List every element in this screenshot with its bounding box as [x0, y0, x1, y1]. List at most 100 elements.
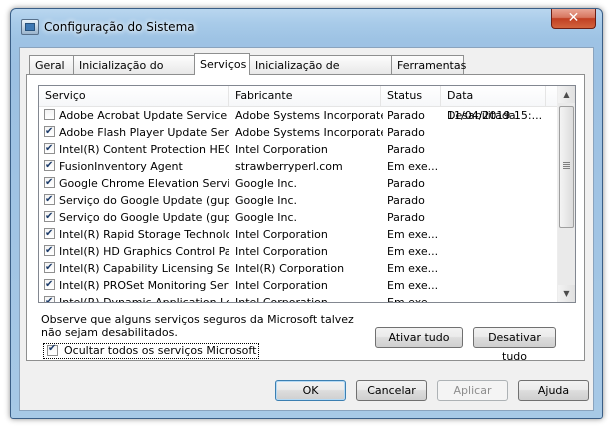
scroll-down-icon[interactable]: ▼	[558, 285, 575, 302]
service-name-cell: Serviço do Google Update (gupd...	[59, 194, 229, 207]
service-name-cell: Intel(R) Capability Licensing Ser...	[59, 262, 229, 275]
ok-button[interactable]: OK	[275, 380, 346, 401]
disable-all-button[interactable]: Desativar tudo	[473, 327, 556, 363]
service-manufacturer-cell: strawberryperl.com	[235, 160, 343, 173]
service-row[interactable]: Serviço do Google Update (gupd... Google …	[39, 208, 558, 226]
hide-microsoft-services-checkbox[interactable]: Ocultar todos os serviços Microsoft	[43, 342, 260, 359]
column-header-disabled-date[interactable]: Data Desabilitada	[441, 86, 546, 122]
service-row[interactable]: Intel(R) Rapid Storage Technology Intel C…	[39, 225, 558, 243]
service-status-cell: Parado	[387, 109, 425, 122]
service-checkbox[interactable]	[44, 276, 55, 293]
service-status-cell: Parado	[387, 177, 425, 190]
window-title: Configuração do Sistema	[44, 20, 195, 34]
service-disabled-date-cell: 11/04/2019 15:...	[447, 109, 542, 122]
window-frame: Configuração do Sistema ✕ Geral Iniciali…	[10, 8, 603, 419]
service-status-cell: Em exe...	[387, 279, 439, 292]
service-manufacturer-cell: Intel Corporation	[235, 228, 328, 241]
service-name-cell: FusionInventory Agent	[59, 160, 183, 173]
service-disabled-date-cell	[447, 175, 542, 192]
services-rows: Adobe Acrobat Update Service Adobe System…	[39, 107, 558, 303]
service-row[interactable]: Adobe Acrobat Update Service Adobe System…	[39, 107, 558, 124]
tab-servicos[interactable]: Serviços	[194, 53, 250, 75]
service-manufacturer-cell: Google Inc.	[235, 177, 298, 190]
service-row[interactable]: Intel(R) Dynamic Application Loa... Intel…	[39, 293, 558, 303]
service-disabled-date-cell	[447, 294, 542, 302]
hide-microsoft-label: Ocultar todos os serviços Microsoft	[64, 344, 257, 357]
service-row[interactable]: Intel(R) PROSet Monitoring Service Intel …	[39, 276, 558, 294]
service-name-cell: Intel(R) Content Protection HEC...	[59, 143, 229, 156]
service-status-cell: Parado	[387, 211, 425, 224]
service-status-cell: Parado	[387, 194, 425, 207]
service-row[interactable]: Intel(R) Capability Licensing Ser... Inte…	[39, 259, 558, 277]
service-manufacturer-cell: Google Inc.	[235, 194, 298, 207]
tab-ferramentas[interactable]: Ferramentas	[391, 55, 466, 74]
service-row[interactable]: Intel(R) HD Graphics Control Pa... Intel …	[39, 242, 558, 260]
service-row[interactable]: Adobe Flash Player Update Service Adobe S…	[39, 123, 558, 141]
service-checkbox[interactable]	[44, 208, 55, 225]
service-checkbox[interactable]	[44, 109, 55, 120]
scroll-up-icon[interactable]: ▲	[558, 86, 575, 103]
service-name-cell: Intel(R) Dynamic Application Loa...	[59, 296, 229, 303]
tab-geral[interactable]: Geral	[29, 55, 74, 74]
service-name-cell: Intel(R) Rapid Storage Technology	[59, 228, 229, 241]
service-checkbox[interactable]	[44, 259, 55, 276]
service-row[interactable]: Intel(R) Content Protection HEC... Intel …	[39, 140, 558, 158]
dialog-body: Geral Inicialização do Sistema Serviços …	[19, 47, 594, 411]
scrollbar-thumb[interactable]	[559, 106, 574, 228]
service-row[interactable]: FusionInventory Agent strawberryperl.com E…	[39, 157, 558, 175]
service-checkbox[interactable]	[44, 191, 55, 208]
column-header-manufacturer[interactable]: Fabricante	[229, 86, 381, 106]
service-checkbox[interactable]	[44, 123, 55, 140]
help-button[interactable]: Ajuda	[518, 380, 589, 401]
service-status-cell: Em exe...	[387, 228, 439, 241]
service-row[interactable]: Serviço do Google Update (gupd... Google …	[39, 191, 558, 209]
service-disabled-date-cell	[447, 226, 542, 243]
vertical-scrollbar[interactable]: ▲ ▼	[557, 86, 575, 302]
services-tab-panel: Serviço Fabricante Status Data Desabilit…	[26, 74, 585, 363]
service-manufacturer-cell: Intel Corporation	[235, 245, 328, 258]
system-config-icon	[21, 19, 39, 35]
service-status-cell: Parado	[387, 143, 425, 156]
hide-microsoft-checkbox-box[interactable]	[47, 342, 58, 356]
service-manufacturer-cell: Intel Corporation	[235, 143, 328, 156]
service-manufacturer-cell: Intel Corporation	[235, 296, 328, 303]
service-disabled-date-cell	[447, 243, 542, 260]
close-button[interactable]: ✕	[551, 9, 596, 29]
tab-inicializacao-programas[interactable]: Inicialização de Programas	[249, 55, 392, 91]
services-list[interactable]: Serviço Fabricante Status Data Desabilit…	[38, 85, 576, 303]
service-checkbox[interactable]	[44, 157, 55, 174]
service-disabled-date-cell	[447, 192, 542, 209]
service-row[interactable]: Google Chrome Elevation Service Google In…	[39, 174, 558, 192]
services-list-header: Serviço Fabricante Status Data Desabilit…	[39, 86, 558, 122]
service-status-cell: Em exe...	[387, 245, 439, 258]
tab-inicializacao-sistema[interactable]: Inicialização do Sistema	[73, 55, 195, 91]
service-name-cell: Serviço do Google Update (gupd...	[59, 211, 229, 224]
service-name-cell: Google Chrome Elevation Service	[59, 177, 229, 190]
enable-all-button[interactable]: Ativar tudo	[375, 327, 463, 348]
service-checkbox[interactable]	[44, 225, 55, 242]
service-checkbox[interactable]	[44, 293, 55, 302]
column-header-status[interactable]: Status	[381, 86, 441, 106]
service-status-cell: Em exe...	[387, 296, 439, 303]
cancel-button[interactable]: Cancelar	[356, 380, 427, 401]
service-checkbox[interactable]	[44, 242, 55, 259]
service-manufacturer-cell: Intel(R) Corporation	[235, 262, 345, 275]
service-disabled-date-cell	[447, 260, 542, 277]
service-disabled-date-cell	[447, 277, 542, 294]
service-checkbox[interactable]	[44, 140, 55, 157]
service-manufacturer-cell: Adobe Systems Incorporated	[235, 109, 383, 122]
service-disabled-date-cell	[447, 209, 542, 226]
apply-button[interactable]: Aplicar	[437, 380, 508, 401]
service-name-cell: Intel(R) HD Graphics Control Pa...	[59, 245, 229, 258]
service-status-cell: Em exe...	[387, 160, 439, 173]
service-name-cell: Intel(R) PROSet Monitoring Service	[59, 279, 229, 292]
service-manufacturer-cell: Adobe Systems Incorporated	[235, 126, 383, 139]
service-checkbox[interactable]	[44, 174, 55, 191]
service-disabled-date-cell	[447, 124, 542, 141]
service-manufacturer-cell: Intel Corporation	[235, 279, 328, 292]
service-name-cell: Adobe Flash Player Update Service	[59, 126, 229, 139]
service-disabled-date-cell	[447, 141, 542, 158]
service-name-cell: Adobe Acrobat Update Service	[59, 109, 228, 122]
column-header-service[interactable]: Serviço	[39, 86, 229, 106]
microsoft-services-note: Observe que alguns serviços seguros da M…	[41, 313, 354, 339]
